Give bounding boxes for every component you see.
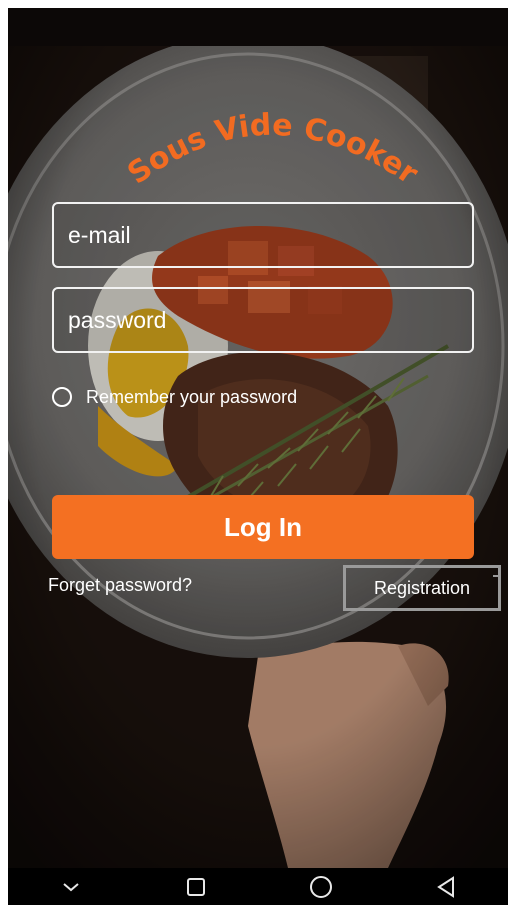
triangle-back-icon[interactable] [426,868,466,905]
system-nav-bar [8,868,508,905]
email-field[interactable] [52,202,474,268]
password-input[interactable] [54,289,472,351]
circle-home-icon[interactable] [301,868,341,905]
square-recents-icon[interactable] [176,868,216,905]
remember-password-option[interactable]: Remember your password [52,384,297,410]
login-button[interactable]: Log In [52,495,474,559]
forget-password-link[interactable]: Forget password? [48,575,192,596]
email-input[interactable] [54,204,472,266]
registration-button[interactable]: Registration [343,565,501,611]
callout-line [493,575,500,577]
background-photo: Sous Vide Cooker [8,46,508,868]
remember-radio-button[interactable] [52,387,72,407]
status-bar [8,8,508,46]
password-field[interactable] [52,287,474,353]
svg-text:Sous Vide Cooker: Sous Vide Cooker [121,108,424,192]
registration-label: Registration [373,577,471,598]
chevron-down-icon[interactable] [51,868,91,905]
remember-password-label: Remember your password [86,386,298,407]
app-title-text: Sous Vide Cooker [121,108,424,192]
phone-screen: Sous Vide Cooker Remember your password … [8,8,508,905]
login-button-label: Log In [224,511,302,542]
